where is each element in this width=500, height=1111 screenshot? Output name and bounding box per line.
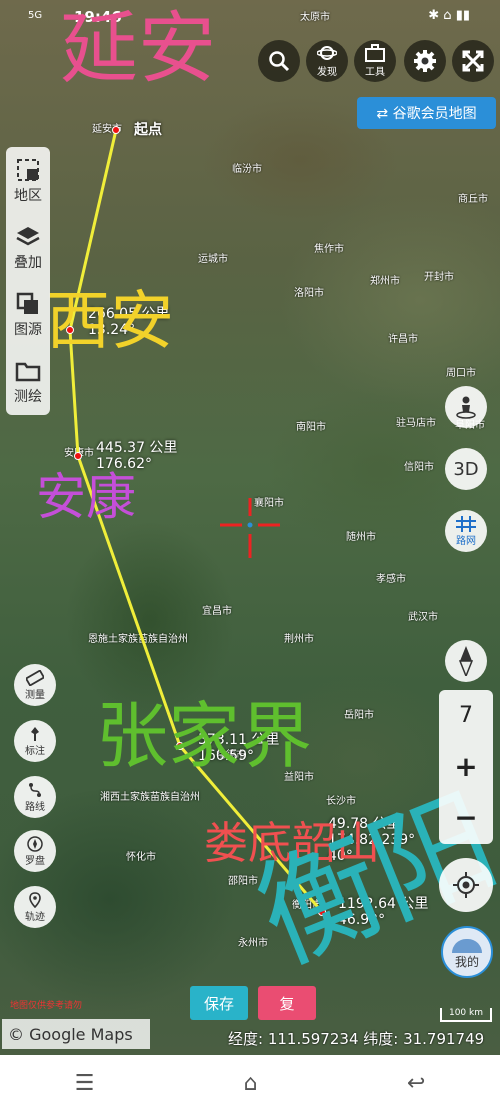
discover-button[interactable]: 发现 [306, 40, 348, 82]
map-source-button[interactable]: ⇄ 谷歌会员地图 [357, 97, 496, 129]
crosshair-icon [220, 498, 280, 558]
home-icon[interactable]: ⌂ [244, 1071, 258, 1096]
route-point-ankang[interactable] [74, 452, 82, 460]
copy-icon [16, 292, 38, 314]
location-pin-icon [29, 891, 41, 908]
handwriting-ankang: 安康 [36, 468, 136, 526]
route-button[interactable]: 路线 [14, 776, 56, 818]
survey-button[interactable]: 测绘 [6, 348, 50, 415]
route-point-start[interactable] [112, 126, 120, 134]
overlay-label: 叠加 [14, 254, 42, 271]
north-button[interactable] [445, 640, 487, 682]
copy-button[interactable]: 复 [258, 986, 316, 1020]
zoom-level: 7 [459, 703, 473, 728]
zoom-in-button[interactable]: + [439, 741, 493, 792]
zoom-panel: 7 + − [439, 690, 493, 844]
mark-button[interactable]: 标注 [14, 720, 56, 762]
coordinate-readout: 经度: 111.597234 纬度: 31.791749 [228, 1030, 485, 1048]
google-maps-attribution: © Google Maps [2, 1019, 150, 1049]
ruler-icon [26, 669, 44, 686]
menu-icon[interactable]: ☰ [75, 1071, 95, 1096]
target-icon [453, 872, 479, 898]
discover-label: 发现 [317, 67, 337, 78]
disclaimer-text: 地图仅供参考请勿 [10, 1001, 83, 1011]
tools-button[interactable]: 工具 [354, 40, 396, 82]
zoom-out-button[interactable]: − [439, 792, 493, 843]
search-button[interactable] [258, 40, 300, 82]
fullscreen-icon [462, 50, 484, 72]
avatar [452, 939, 482, 953]
satellite-map[interactable]: 5G 19:46 ✱ ⌂ ▮▮ 延安市 太原市 临汾市 运城市 洛阳市 郑州市 … [0, 0, 500, 1055]
measure-button[interactable]: 测量 [14, 664, 56, 706]
region-icon [17, 158, 39, 181]
road-network-button[interactable]: 路网 [445, 510, 487, 552]
route-icon [29, 782, 41, 797]
search-icon [269, 51, 290, 72]
survey-label: 测绘 [14, 388, 42, 405]
handwriting-zhangjiajie: 张家界 [96, 694, 313, 778]
route-label: 路线 [25, 801, 45, 813]
left-panel: 地区 叠加 图源 测绘 [6, 147, 50, 415]
road-network-label: 路网 [456, 535, 476, 547]
person-icon [456, 396, 476, 419]
profile-label: 我的 [454, 955, 479, 969]
folder-icon [15, 362, 41, 381]
profile-button[interactable]: 我的 [441, 926, 493, 978]
source-button[interactable]: 图源 [6, 281, 50, 348]
mark-label: 标注 [25, 745, 45, 757]
track-button[interactable]: 轨迹 [14, 886, 56, 928]
scale-bar: 100 km [440, 1008, 492, 1022]
locate-button[interactable] [439, 858, 493, 912]
toolbox-icon [365, 44, 385, 62]
overlay-button[interactable]: 叠加 [6, 214, 50, 281]
fullscreen-button[interactable] [452, 40, 494, 82]
system-navbar: ☰ ⌂ ↩ [0, 1055, 500, 1111]
pin-icon [31, 726, 39, 741]
tools-label: 工具 [365, 67, 385, 78]
handwriting-yanan: 延安 [60, 4, 217, 94]
start-label: 起点 [134, 122, 162, 138]
layers-icon [16, 226, 40, 245]
measure-label: 测量 [25, 689, 45, 701]
compass-icon [27, 835, 43, 852]
north-arrow-icon [459, 646, 473, 676]
region-label: 地区 [14, 187, 42, 204]
compass-label: 罗盘 [25, 855, 45, 867]
gear-icon [414, 50, 436, 72]
compass-button[interactable]: 罗盘 [14, 830, 56, 872]
save-button[interactable]: 保存 [190, 986, 248, 1020]
planet-icon [317, 46, 337, 60]
handwriting-xian: 西安 [46, 285, 174, 359]
streetview-button[interactable] [445, 386, 487, 428]
settings-button[interactable] [404, 40, 446, 82]
view-3d-button[interactable]: 3D [445, 448, 487, 490]
track-label: 轨迹 [25, 911, 45, 923]
grid-icon [456, 515, 476, 532]
region-button[interactable]: 地区 [6, 147, 50, 214]
source-label: 图源 [14, 321, 42, 338]
back-icon[interactable]: ↩ [407, 1071, 425, 1096]
